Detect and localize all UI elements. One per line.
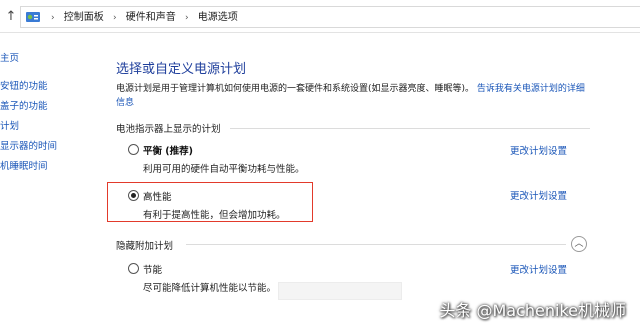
sidebar-item-sleep[interactable]: 机睡眠时间 (0, 160, 90, 180)
faint-tooltip-area (278, 282, 402, 300)
change-balanced-settings-link[interactable]: 更改计划设置 (510, 143, 567, 157)
change-high-performance-settings-link[interactable]: 更改计划设置 (510, 188, 567, 202)
battery-plans-heading: 电池指示器上显示的计划 (116, 124, 221, 135)
watermark: 头条 @Machenike机械师 (439, 301, 626, 320)
radio-balanced[interactable] (128, 144, 139, 155)
up-arrow-icon[interactable]: ↑ (4, 9, 18, 25)
sidebar-item-display-off[interactable]: 显示器的时间 (0, 140, 90, 160)
plan-power-saver-desc: 尽可能降低计算机性能以节能。 (143, 283, 277, 294)
page-description: 电源计划是用于管理计算机如何使用电源的一套硬件和系统设置(如显示器亮度、睡眠等)… (116, 82, 586, 110)
change-power-saver-settings-link[interactable]: 更改计划设置 (510, 262, 567, 276)
breadcrumb-power-options[interactable]: 电源选项 (198, 12, 238, 23)
sidebar-item-create-plan[interactable]: 计划 (0, 120, 90, 140)
chevron-up-icon[interactable]: ︿ (571, 236, 587, 252)
sidebar-item-power-button[interactable]: 安钮的功能 (0, 80, 90, 100)
plan-balanced[interactable]: 平衡 (推荐) 利用可用的硬件自动平衡功耗与性能。 (128, 143, 348, 175)
highlight-annotation-box (107, 182, 313, 222)
hidden-plans-heading[interactable]: 隐藏附加计划 (116, 238, 173, 252)
breadcrumb[interactable]: › 控制面板 › 硬件和声音 › 电源选项 (20, 6, 640, 28)
sidebar: 主页 安钮的功能 盖子的功能 计划 显示器的时间 机睡眠时间 (0, 52, 90, 180)
chevron-right-icon: › (184, 13, 189, 23)
plan-balanced-desc: 利用可用的硬件自动平衡功耗与性能。 (143, 164, 305, 175)
breadcrumb-control-panel[interactable]: 控制面板 (64, 12, 104, 23)
plan-balanced-name: 平衡 (推荐) (143, 146, 193, 157)
address-bar: ↑ › 控制面板 › 硬件和声音 › 电源选项 (0, 0, 640, 33)
sidebar-item-lid[interactable]: 盖子的功能 (0, 100, 90, 120)
page-title: 选择或自定义电源计划 (116, 62, 247, 77)
sidebar-item-home[interactable]: 主页 (0, 52, 90, 72)
section-divider (186, 244, 566, 245)
chevron-right-icon: › (51, 13, 55, 23)
radio-power-saver[interactable] (128, 263, 139, 274)
description-text: 电源计划是用于管理计算机如何使用电源的一套硬件和系统设置(如显示器亮度、睡眠等)… (116, 84, 475, 94)
plan-power-saver-name: 节能 (143, 265, 163, 276)
control-panel-icon (26, 12, 40, 22)
section-divider (230, 128, 590, 129)
chevron-right-icon: › (112, 13, 117, 23)
breadcrumb-hardware-sound[interactable]: 硬件和声音 (126, 12, 176, 23)
